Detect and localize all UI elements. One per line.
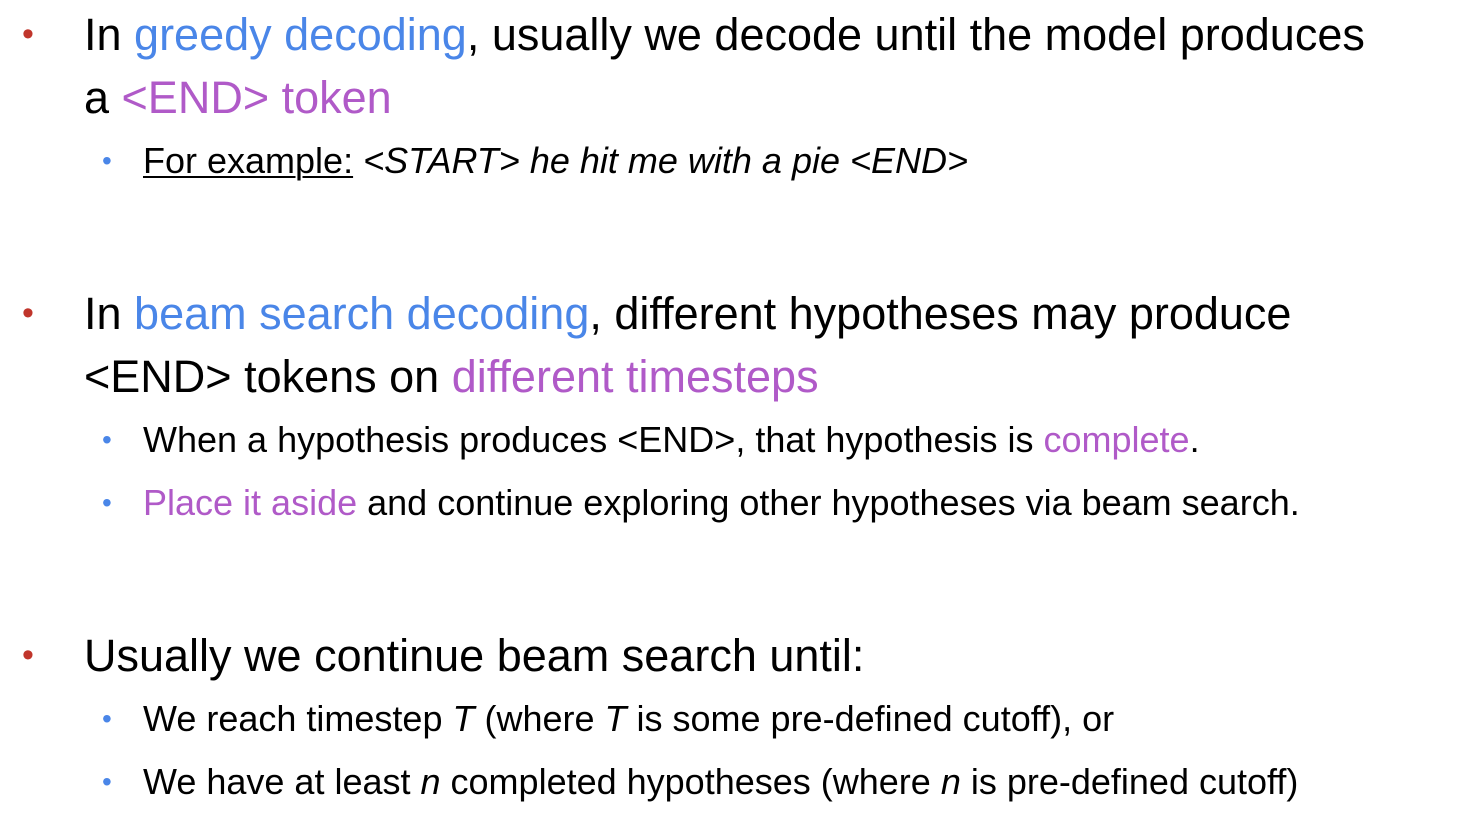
- text: We have at least: [143, 761, 421, 802]
- example-label: For example:: [143, 140, 354, 181]
- text: completed hypotheses (where: [440, 761, 941, 802]
- text: <END> tokens on: [84, 351, 452, 402]
- sub-bullet-place-aside: • Place it aside and continue exploring …: [0, 471, 1472, 534]
- text: is some pre-defined cutoff), or: [626, 698, 1115, 739]
- text: , usually we decode until the model prod…: [466, 9, 1365, 60]
- bullet-line-continued: a <END> token: [0, 66, 1472, 129]
- sub-bullet-dot-icon: •: [102, 703, 112, 734]
- text: is pre-defined cutoff): [960, 761, 1299, 802]
- sub-bullet-complete: • When a hypothesis produces <END>, that…: [0, 408, 1472, 471]
- sub-bullet-example: • For example: <START> he hit me with a …: [0, 129, 1472, 192]
- bullet-line: • In greedy decoding, usually we decode …: [0, 3, 1472, 66]
- example-sequence: <START> he hit me with a pie <END>: [363, 140, 969, 181]
- text: .: [1189, 419, 1200, 460]
- text: , different hypotheses may produce: [589, 288, 1292, 339]
- bullet-dot-icon: •: [22, 15, 34, 53]
- variable-n: n: [940, 761, 961, 802]
- sub-bullet-timestep: • We reach timestep T (where T is some p…: [0, 687, 1472, 750]
- bullet-line-continued: <END> tokens on different timesteps: [0, 345, 1472, 408]
- bullet-dot-icon: •: [22, 636, 34, 674]
- variable-n: n: [420, 761, 441, 802]
- bullet-greedy-decoding: • In greedy decoding, usually we decode …: [0, 3, 1472, 192]
- bullet-stopping-criteria: • Usually we continue beam search until:…: [0, 624, 1472, 813]
- term-different-timesteps: different timesteps: [451, 351, 819, 402]
- bullet-line: • In beam search decoding, different hyp…: [0, 282, 1472, 345]
- variable-T: T: [604, 698, 627, 739]
- slide: • In greedy decoding, usually we decode …: [0, 0, 1472, 838]
- bullet-dot-icon: •: [22, 294, 34, 332]
- text: In: [84, 288, 135, 339]
- text: When a hypothesis produces <END>, that h…: [143, 419, 1044, 460]
- text: We reach timestep: [143, 698, 453, 739]
- term-end-token: <END> token: [121, 72, 392, 123]
- text: (where: [474, 698, 605, 739]
- bullet-beam-search-decoding: • In beam search decoding, different hyp…: [0, 282, 1472, 534]
- term-place-it-aside: Place it aside: [143, 482, 358, 523]
- text: Usually we continue beam search until:: [84, 630, 865, 681]
- sub-bullet-dot-icon: •: [102, 145, 112, 176]
- text: In: [84, 9, 135, 60]
- sub-bullet-dot-icon: •: [102, 487, 112, 518]
- bullet-line: • Usually we continue beam search until:: [0, 624, 1472, 687]
- term-complete: complete: [1043, 419, 1190, 460]
- sub-bullet-dot-icon: •: [102, 424, 112, 455]
- variable-T: T: [452, 698, 475, 739]
- term-beam-search-decoding: beam search decoding: [134, 288, 590, 339]
- sub-bullet-dot-icon: •: [102, 766, 112, 797]
- text: and continue exploring other hypotheses …: [357, 482, 1300, 523]
- text: a: [84, 72, 122, 123]
- sub-bullet-completed-hypotheses: • We have at least n completed hypothese…: [0, 750, 1472, 813]
- term-greedy-decoding: greedy decoding: [134, 9, 467, 60]
